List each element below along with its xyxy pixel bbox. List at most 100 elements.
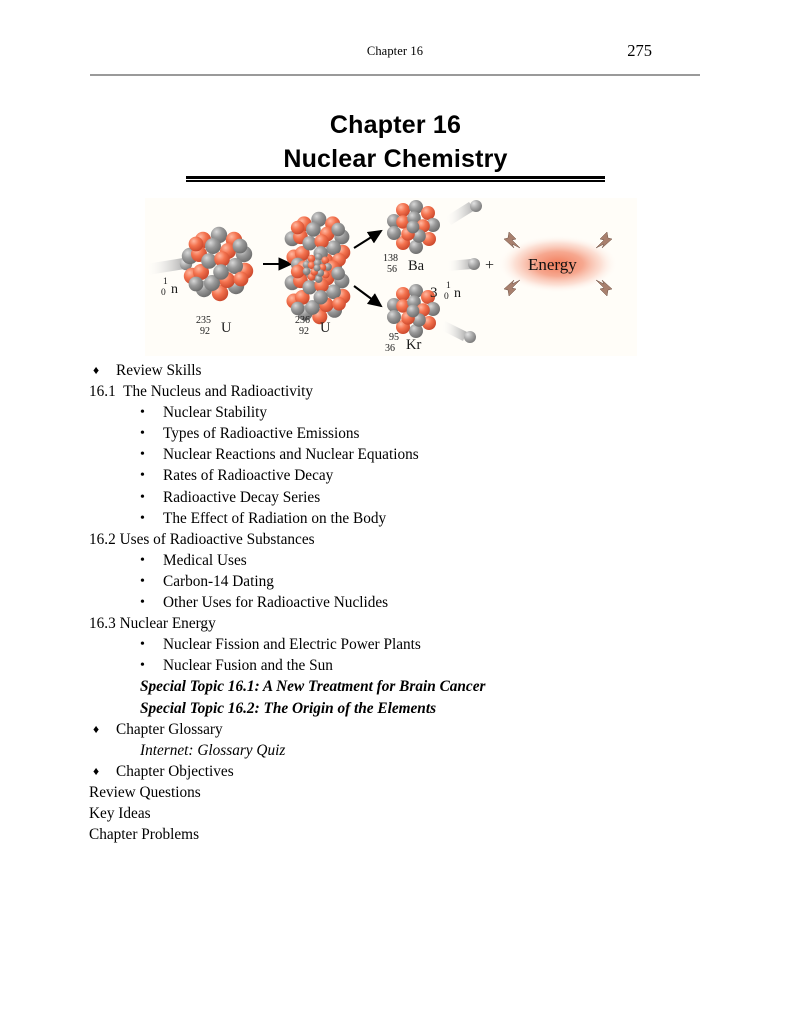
label-plus-sign: + bbox=[485, 257, 494, 274]
dot-bullet-icon: • bbox=[140, 573, 145, 589]
svg-text:Ba: Ba bbox=[408, 258, 425, 274]
header-divider-rule bbox=[90, 74, 700, 76]
page-number: 275 bbox=[627, 41, 652, 60]
svg-text:n: n bbox=[454, 286, 461, 301]
outline-row-plain: Key Ideas bbox=[89, 803, 709, 824]
outline-item-label: Internet: Glossary Quiz bbox=[140, 741, 286, 759]
svg-text:138: 138 bbox=[383, 253, 398, 264]
barium-138-nucleus bbox=[387, 200, 440, 254]
svg-text:36: 36 bbox=[385, 343, 395, 354]
dot-bullet-icon: • bbox=[140, 510, 145, 526]
svg-text:235: 235 bbox=[196, 315, 211, 326]
nuclear-fission-figure: 1 0 n 235 92 U 236 92 U 138 56 Ba 95 36 … bbox=[145, 198, 637, 356]
outline-row-bullet: • Nuclear Fusion and the Sun bbox=[89, 655, 709, 676]
label-incoming-neutron: 1 0 n bbox=[161, 277, 178, 298]
outline-item-label: Medical Uses bbox=[163, 551, 247, 569]
svg-text:92: 92 bbox=[299, 326, 309, 337]
outline-item-label: Review Questions bbox=[89, 783, 201, 801]
outline-item-label: Chapter Problems bbox=[89, 826, 200, 844]
emitted-neutron-glyph-2 bbox=[447, 258, 480, 271]
emitted-neutron-glyph-1 bbox=[445, 200, 482, 225]
dot-bullet-icon: • bbox=[140, 405, 145, 421]
emitted-neutron-glyph-3 bbox=[441, 321, 476, 343]
svg-text:92: 92 bbox=[200, 326, 210, 337]
outline-row-bullet: • Types of Radioactive Emissions bbox=[89, 423, 709, 444]
dot-bullet-icon: • bbox=[140, 595, 145, 611]
svg-text:n: n bbox=[171, 282, 178, 297]
diamond-bullet-icon: ♦ bbox=[93, 721, 100, 736]
label-energy: Energy bbox=[528, 255, 577, 274]
diamond-bullet-icon: ♦ bbox=[93, 763, 100, 778]
outline-row-bullet: • Nuclear Reactions and Nuclear Equations bbox=[89, 444, 709, 465]
outline-item-label: Key Ideas bbox=[89, 804, 151, 822]
title-rule-thin-line bbox=[186, 180, 605, 182]
chapter-outline-list: ♦ Review Skills 16.1 The Nucleus and Radio… bbox=[89, 360, 709, 845]
outline-item-label: 16.2 Uses of Radioactive Substances bbox=[89, 530, 315, 548]
outline-item-label: Radioactive Decay Series bbox=[163, 488, 321, 506]
outline-row-bullet: • Other Uses for Radioactive Nuclides bbox=[89, 592, 709, 613]
dot-bullet-icon: • bbox=[140, 447, 145, 463]
label-barium-138: 138 56 Ba bbox=[383, 253, 425, 275]
outline-row-diamond: ♦ Chapter Glossary bbox=[89, 719, 709, 740]
svg-text:95: 95 bbox=[389, 332, 399, 343]
outline-item-label: Nuclear Reactions and Nuclear Equations bbox=[163, 446, 419, 464]
outline-item-label: Chapter Objectives bbox=[116, 762, 234, 780]
dot-bullet-icon: • bbox=[140, 552, 145, 568]
outline-row-special: Special Topic 16.1: A New Treatment for … bbox=[89, 676, 709, 697]
outline-row-diamond: ♦ Review Skills bbox=[89, 360, 709, 381]
svg-text:3: 3 bbox=[430, 285, 438, 301]
outline-item-label: Nuclear Fission and Electric Power Plant… bbox=[163, 636, 421, 654]
reaction-arrow-3 bbox=[353, 285, 383, 308]
outline-item-label: Other Uses for Radioactive Nuclides bbox=[163, 594, 389, 612]
svg-text:Kr: Kr bbox=[406, 337, 421, 353]
outline-item-label: Rates of Radioactive Decay bbox=[163, 467, 334, 485]
outline-item-label: Nuclear Fusion and the Sun bbox=[163, 657, 333, 675]
title-divider-rule bbox=[186, 176, 605, 182]
svg-text:0: 0 bbox=[444, 292, 449, 302]
dot-bullet-icon: • bbox=[140, 489, 145, 505]
outline-item-label: Nuclear Stability bbox=[163, 404, 268, 422]
outline-item-label: 16.3 Nuclear Energy bbox=[89, 615, 216, 633]
outline-item-label: Types of Radioactive Emissions bbox=[163, 425, 360, 443]
dot-bullet-icon: • bbox=[140, 637, 145, 653]
svg-text:56: 56 bbox=[387, 264, 397, 275]
svg-text:0: 0 bbox=[161, 288, 166, 298]
svg-text:U: U bbox=[221, 320, 232, 336]
outline-item-label: Carbon-14 Dating bbox=[163, 572, 274, 590]
svg-text:236: 236 bbox=[295, 315, 310, 326]
chapter-number-heading: Chapter 16 bbox=[329, 111, 462, 139]
svg-text:1: 1 bbox=[163, 277, 168, 287]
svg-text:1: 1 bbox=[446, 281, 451, 291]
label-emitted-neutrons: 3 1 0 n bbox=[430, 281, 461, 302]
outline-row-special: Special Topic 16.2: The Origin of the El… bbox=[89, 698, 709, 719]
dot-bullet-icon: • bbox=[140, 658, 145, 674]
header-running-title: Chapter 16 bbox=[366, 44, 424, 58]
outline-row-bullet: • The Effect of Radiation on the Body bbox=[89, 508, 709, 529]
label-uranium-235: 235 92 U bbox=[196, 315, 232, 337]
svg-text:U: U bbox=[320, 320, 331, 336]
outline-item-label: Special Topic 16.1: A New Treatment for … bbox=[140, 678, 486, 696]
outline-row-bullet: • Medical Uses bbox=[89, 550, 709, 571]
uranium-236-nucleus bbox=[284, 211, 351, 325]
fission-diagram-svg: 1 0 n 235 92 U 236 92 U 138 56 Ba 95 36 … bbox=[146, 200, 618, 354]
outline-item-label: Review Skills bbox=[116, 362, 202, 379]
chapter-name-heading: Nuclear Chemistry bbox=[283, 145, 508, 173]
chapter-title-block: Chapter 16 Nuclear Chemistry bbox=[0, 108, 791, 176]
outline-item-label: 16.1 The Nucleus and Radioactivity bbox=[89, 383, 314, 401]
outline-row-diamond: ♦ Chapter Objectives bbox=[89, 761, 709, 782]
page-header: Chapter 16 275 bbox=[90, 41, 700, 80]
outline-row-section: 16.1 The Nucleus and Radioactivity bbox=[89, 381, 709, 402]
outline-row-bullet: • Nuclear Stability bbox=[89, 402, 709, 423]
outline-row-internet: Internet: Glossary Quiz bbox=[89, 740, 709, 761]
dot-bullet-icon: • bbox=[140, 468, 145, 484]
outline-row-bullet: • Carbon-14 Dating bbox=[89, 571, 709, 592]
outline-item-label: The Effect of Radiation on the Body bbox=[163, 509, 387, 527]
uranium-235-nucleus bbox=[181, 226, 254, 302]
outline-row-bullet: • Rates of Radioactive Decay bbox=[89, 465, 709, 486]
outline-row-section: 16.3 Nuclear Energy bbox=[89, 613, 709, 634]
outline-row-bullet: • Nuclear Fission and Electric Power Plan… bbox=[89, 634, 709, 655]
outline-item-label: Special Topic 16.2: The Origin of the El… bbox=[140, 699, 437, 717]
diamond-bullet-icon: ♦ bbox=[93, 363, 100, 377]
reaction-arrow-2 bbox=[353, 229, 383, 249]
outline-row-section: 16.2 Uses of Radioactive Substances bbox=[89, 529, 709, 550]
